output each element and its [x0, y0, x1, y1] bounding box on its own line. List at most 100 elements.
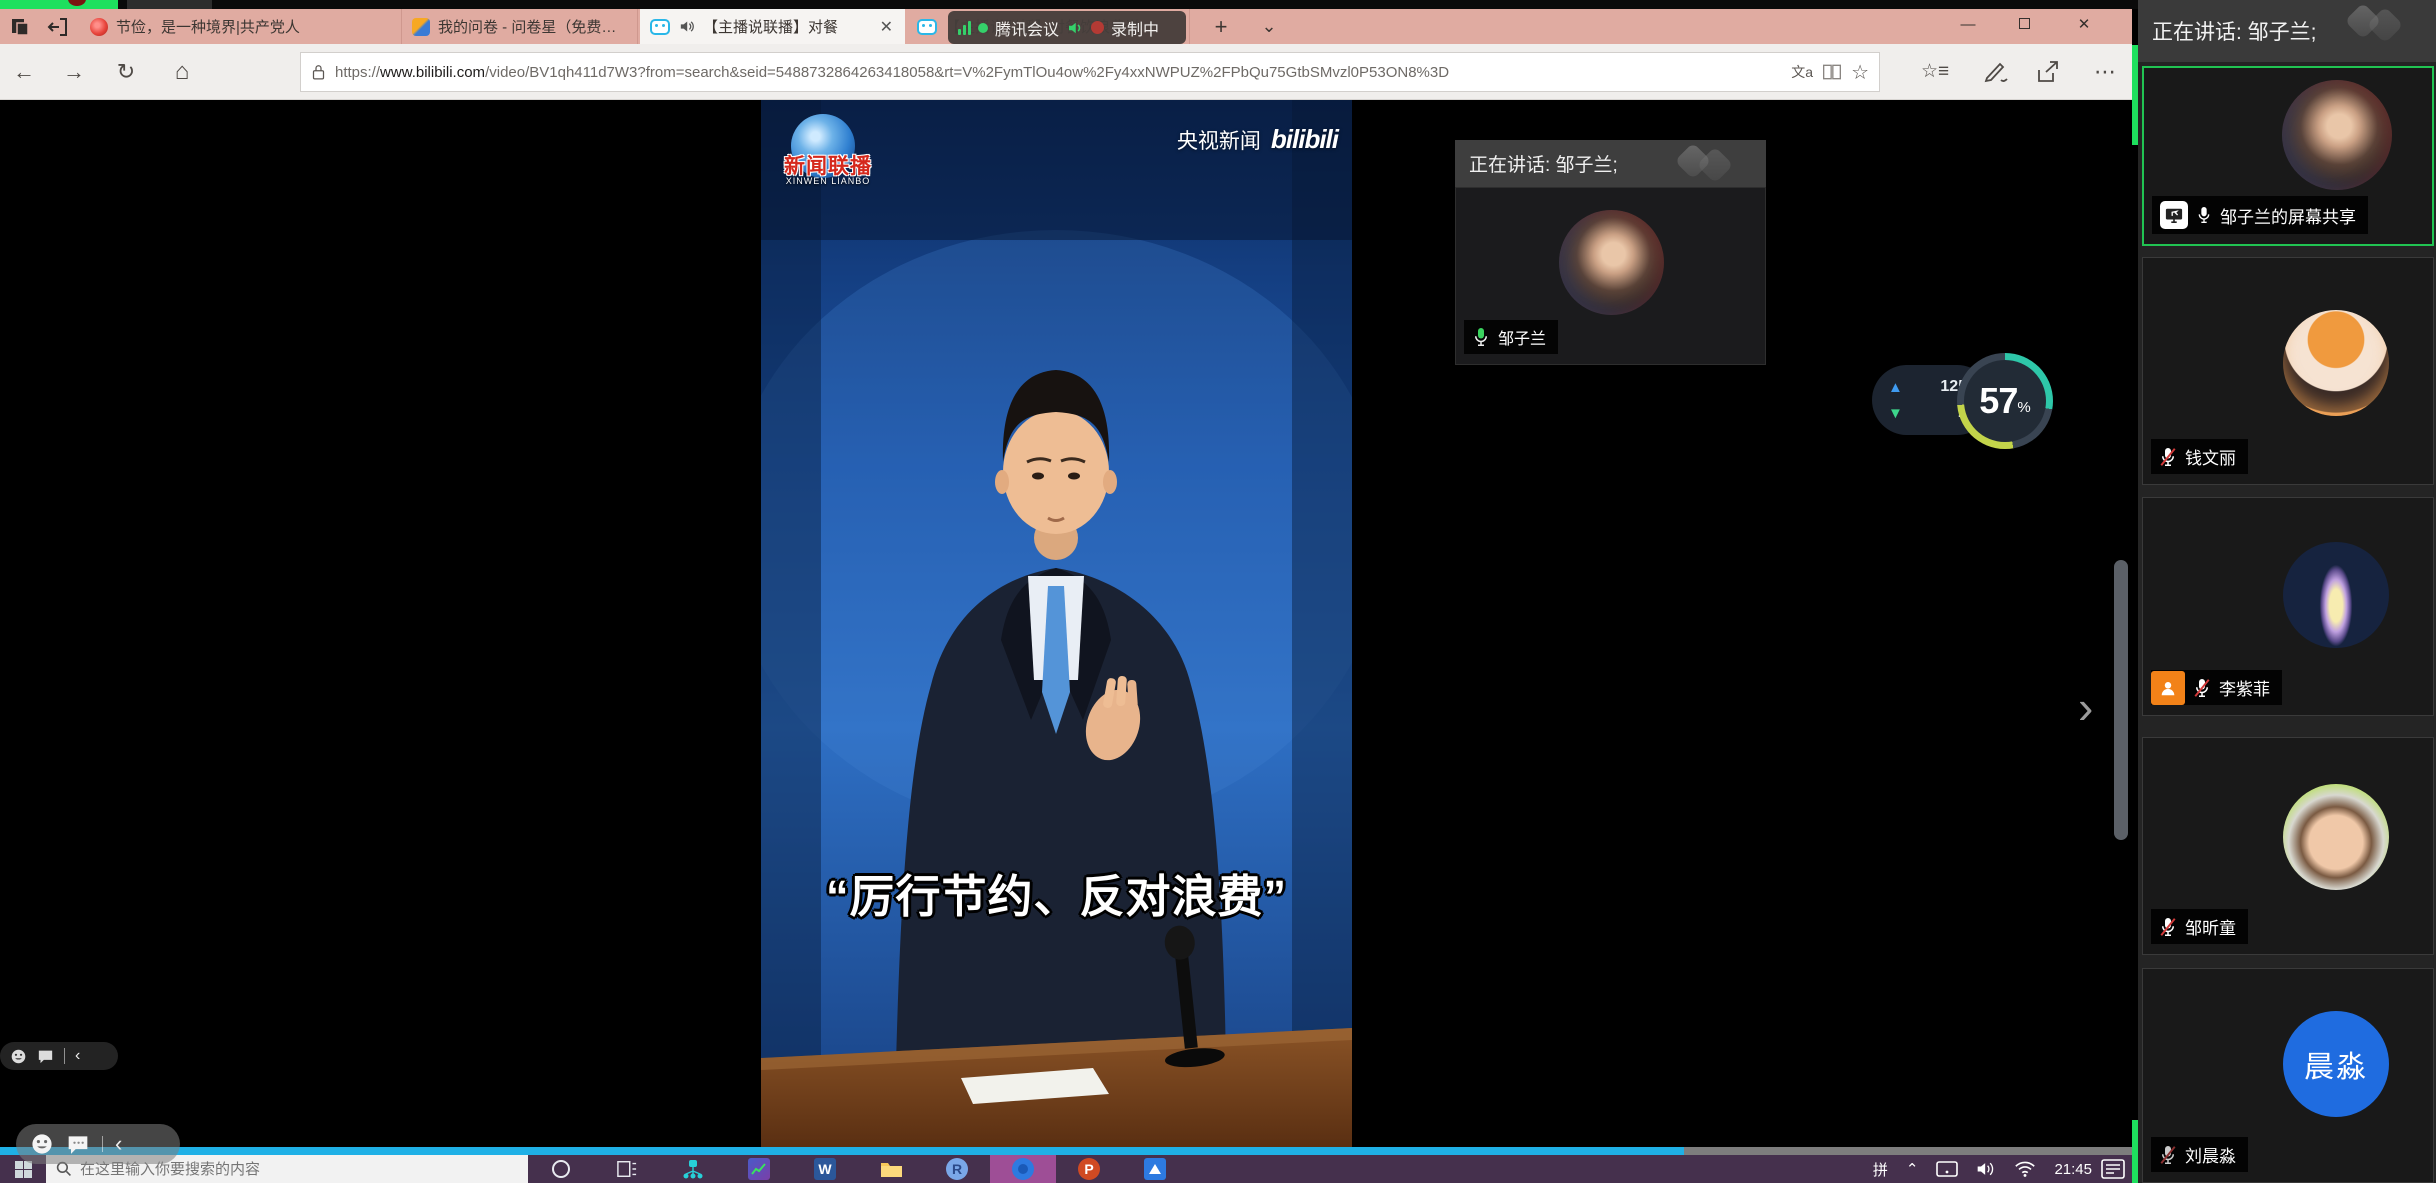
refresh-button[interactable]: ↻: [110, 56, 142, 88]
scrollbar-thumb[interactable]: [2114, 560, 2128, 840]
mic-muted-icon: [2159, 1144, 2177, 1166]
divider: [64, 1048, 65, 1064]
set-tabs-aside-icon[interactable]: [46, 15, 70, 39]
tab2-title: 我的问卷 - 问卷星（免费版）: [438, 16, 627, 37]
hub-favorites-icon[interactable]: ☆≡: [1918, 56, 1952, 88]
blue-app-icon[interactable]: [1122, 1155, 1188, 1183]
tab-wenjuanxing[interactable]: 我的问卷 - 问卷星（免费版）: [402, 9, 638, 44]
divider: [102, 1136, 103, 1152]
tab-close-icon[interactable]: ✕: [878, 17, 895, 37]
participant-avatar: [2283, 542, 2389, 648]
online-status-dot: [978, 23, 988, 33]
network-signal-icon: [958, 21, 971, 35]
tab1-title: 节俭，是一种境界|共产党人: [116, 16, 300, 37]
tencent-meeting-status-bar[interactable]: 腾讯会议 录制中: [948, 11, 1186, 44]
participant-name-chip: 李紫菲: [2151, 670, 2282, 705]
video-watermark: 央视新闻 bilibili: [1177, 124, 1338, 155]
video-subtitle: “厉行节约、反对浪费”: [761, 860, 1352, 925]
action-center-icon[interactable]: [2100, 1158, 2126, 1180]
meeting-audio-icon: [1066, 19, 1084, 37]
share-icon[interactable]: [2036, 60, 2062, 84]
screenshare-icon: [2160, 201, 2188, 229]
close-button[interactable]: ✕: [2062, 9, 2106, 41]
mic-on-icon: [1472, 326, 1490, 348]
participant-name-chip: 刘晨淼: [2151, 1137, 2248, 1172]
tab-bar: 节俭，是一种境界|共产党人 我的问卷 - 问卷星（免费版） 【主播说联播】对餐 …: [0, 9, 2132, 44]
word-icon[interactable]: W: [792, 1155, 858, 1183]
lock-icon: [311, 63, 326, 81]
chat-bubble-icon[interactable]: [37, 1049, 54, 1064]
mic-on-icon: [2196, 205, 2212, 225]
hidden-icons-chevron[interactable]: ⌃: [1906, 1160, 1919, 1178]
task-view-icon[interactable]: [594, 1155, 660, 1183]
browser-window: 节俭，是一种境界|共产党人 我的问卷 - 问卷星（免费版） 【主播说联播】对餐 …: [0, 9, 2132, 1155]
participant-tile[interactable]: 晨淼 刘晨淼: [2142, 968, 2434, 1183]
usage-gauge: 57 %: [1957, 353, 2053, 449]
participant-tile-screenshare[interactable]: 邹子兰的屏幕共享: [2142, 66, 2434, 246]
next-chevron-icon[interactable]: ›: [2078, 685, 2114, 733]
mic-muted-icon: [2159, 446, 2177, 468]
address-bar[interactable]: https://www.bilibili.com/video/BV1qh411d…: [300, 52, 1880, 92]
r-app-icon[interactable]: R: [924, 1155, 990, 1183]
speaker-video-tile: 邹子兰: [1455, 187, 1766, 365]
collapse-arrow-icon[interactable]: ‹: [75, 1047, 80, 1065]
favorite-star-icon[interactable]: ☆: [1851, 60, 1869, 85]
back-button[interactable]: ←: [8, 56, 40, 88]
page-content: 新闻联播 XINWEN LIANBO 央视新闻 bilibili “厉行节约、反…: [0, 100, 2132, 1147]
network-monitor-widget[interactable]: ▲125K/s ▼2K/s 57 %: [1872, 353, 2052, 453]
volume-icon[interactable]: [1976, 1160, 1996, 1178]
chat-bubble-icon[interactable]: [66, 1134, 90, 1155]
tablet-icon[interactable]: [1936, 1160, 1958, 1178]
wifi-icon[interactable]: [2014, 1160, 2036, 1178]
tab-jiejian[interactable]: 节俭，是一种境界|共产党人: [80, 9, 402, 44]
participant-tile[interactable]: 钱文丽: [2142, 257, 2434, 485]
diagram-app-icon[interactable]: [660, 1155, 726, 1183]
web-note-pen-icon[interactable]: [1984, 60, 2010, 84]
new-tab-button[interactable]: +: [1208, 14, 1234, 40]
participant-tile[interactable]: 邹昕童: [2142, 737, 2434, 955]
url-text: https://www.bilibili.com/video/BV1qh411d…: [335, 64, 1782, 81]
xinwen-lianbo-logo: 新闻联播 XINWEN LIANBO: [773, 114, 883, 200]
clock[interactable]: 21:45: [2054, 1161, 2092, 1178]
file-explorer-icon[interactable]: [858, 1155, 924, 1183]
participant-tile[interactable]: 李紫菲: [2142, 497, 2434, 716]
settings-more-icon[interactable]: ⋯: [2088, 56, 2122, 88]
tab-dropdown-button[interactable]: ⌄: [1256, 14, 1282, 40]
wemeet-logo-mark: [1680, 148, 1750, 180]
screenshare-border-top: [0, 0, 118, 9]
tabs-set-aside-icon[interactable]: [8, 15, 32, 39]
system-tray: 拼 ⌃ 21:45: [1873, 1155, 2092, 1183]
tab-bilibili-active[interactable]: 【主播说联播】对餐 ✕: [640, 9, 905, 44]
reading-view-icon[interactable]: [1822, 63, 1842, 81]
progress-fill: [0, 1147, 1684, 1155]
recording-label: 录制中: [1111, 16, 1159, 40]
emoji-icon[interactable]: [30, 1132, 54, 1156]
meeting-app-icon-active[interactable]: [990, 1155, 1056, 1183]
participant-avatar: [2282, 80, 2392, 190]
video-progress-bar[interactable]: [0, 1147, 2132, 1155]
powerpoint-icon[interactable]: P: [1056, 1155, 1122, 1183]
speaking-toast-window[interactable]: 正在讲话: 邹子兰; 邹子兰: [1455, 140, 1766, 365]
translate-icon[interactable]: 文a: [1791, 62, 1813, 82]
screenshare-border: [2132, 1120, 2138, 1183]
screenshare-border: [2132, 45, 2138, 145]
mic-muted-icon: [2159, 916, 2177, 938]
video-player[interactable]: 新闻联播 XINWEN LIANBO 央视新闻 bilibili “厉行节约、反…: [761, 100, 1352, 1147]
collapse-arrow-icon[interactable]: ‹: [115, 1131, 122, 1157]
bilibili-favicon: [650, 19, 670, 35]
participant-avatar: [2283, 310, 2389, 416]
windows-taskbar: W R P 拼 ⌃ 21:45: [0, 1155, 2132, 1183]
minimize-button[interactable]: —: [1946, 9, 1990, 41]
reaction-toolbar-small[interactable]: ‹: [0, 1042, 118, 1070]
stock-chart-app-icon[interactable]: [726, 1155, 792, 1183]
cortana-icon[interactable]: [528, 1155, 594, 1183]
forward-button[interactable]: →: [58, 56, 90, 88]
download-arrow-icon: ▼: [1888, 405, 1903, 422]
participant-name-chip: 邹昕童: [2151, 909, 2248, 944]
maximize-button[interactable]: [2002, 9, 2046, 41]
home-button[interactable]: ⌂: [166, 56, 198, 88]
host-badge-icon: [2151, 671, 2185, 705]
ime-indicator[interactable]: 拼: [1873, 1159, 1888, 1180]
reaction-toolbar-large[interactable]: ‹: [16, 1124, 180, 1164]
emoji-icon[interactable]: [10, 1048, 27, 1065]
